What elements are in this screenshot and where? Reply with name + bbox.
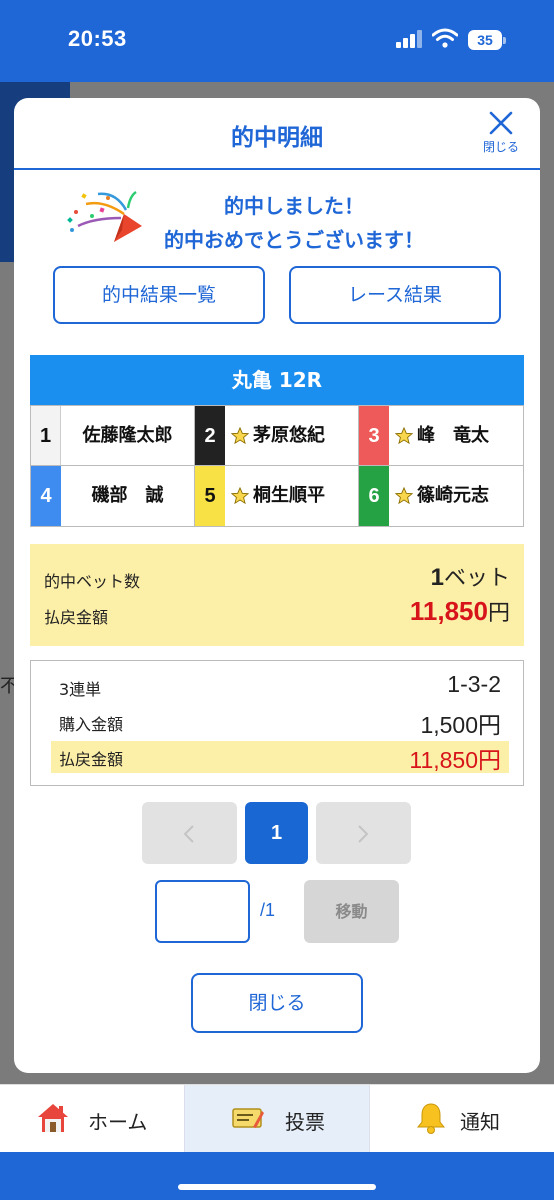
nav-vote[interactable]: 投票 [184,1085,370,1153]
chevron-left-icon [183,825,194,843]
go-to-page-button[interactable]: 移動 [304,880,399,943]
hit-bets-label: 的中ベット数 [44,572,141,591]
racer-name: 茅原悠紀 [253,425,325,446]
nav-home-label: ホーム [88,1110,148,1134]
nav-home[interactable]: ホーム [0,1085,184,1153]
status-bar: 20:53 35 [0,0,554,82]
page-total: /1 [260,900,276,920]
hit-detail-modal: 的中明細 閉じる 的中しました！ 的中おめでとうございます！ 的中結果一覧 レー… [14,98,540,1073]
star-icon [395,487,413,505]
cellular-signal-icon [396,30,422,48]
battery-level: 35 [468,30,502,50]
racer-number: 4 [31,466,61,526]
detail-payout-value: 11,850円 [409,747,501,773]
racer-2: 2 茅原悠紀 [195,406,359,466]
payout-label: 払戻金額 [44,608,109,627]
wifi-icon [432,28,458,48]
racer-4: 4 磯部 誠 [31,466,195,526]
payout-unit: 円 [487,600,510,625]
race-result-button[interactable]: レース結果 [289,266,501,324]
chevron-right-icon [358,825,369,843]
purchase-label: 購入金額 [59,715,124,734]
hit-bets-value: 1ベット [431,560,510,592]
hit-results-list-button[interactable]: 的中結果一覧 [53,266,265,324]
nav-notifications-label: 通知 [460,1110,500,1134]
purchase-value: 1,500円 [420,712,501,738]
racer-6: 6 篠崎元志 [359,466,523,526]
payout-amount: 11,850 [409,596,488,626]
home-indicator[interactable] [178,1184,376,1190]
bet-type-row: 3連単 1-3-2 [51,671,509,703]
racer-number: 5 [195,466,225,526]
racer-name: 桐生順平 [253,485,325,506]
star-icon [395,427,413,445]
previous-page-button[interactable] [142,802,237,864]
modal-title: 的中明細 [231,125,323,151]
racer-name: 佐藤隆太郎 [82,425,173,446]
nav-vote-label: 投票 [285,1110,325,1134]
nav-notifications[interactable]: 通知 [370,1085,554,1153]
bet-combination: 1-3-2 [447,671,501,697]
racer-grid: 1 佐藤隆太郎 2 茅原悠紀 3 峰 竜太 4 磯部 誠 5 桐生順平 6 篠崎… [30,405,524,527]
page-number-input[interactable] [155,880,250,943]
status-time: 20:53 [68,26,127,51]
bet-detail: 3連単 1-3-2 購入金額 1,500円 払戻金額 11,850円 [30,660,524,786]
battery-icon: 35 [468,30,506,50]
current-page-button[interactable]: 1 [245,802,308,864]
congrats-line-1: 的中しました！ [224,194,364,218]
racer-name: 磯部 誠 [91,485,164,506]
bottom-navigation: ホーム 投票 通知 [0,1084,554,1153]
race-title: 丸亀 12R [30,355,524,405]
congrats-line-2: 的中おめでとうございます！ [164,228,424,252]
close-button[interactable]: 閉じる [191,973,363,1033]
star-icon [231,487,249,505]
modal-close-button[interactable]: 閉じる [476,108,526,164]
home-icon [38,1104,68,1132]
racer-number: 6 [359,466,389,526]
detail-payout-label: 払戻金額 [59,750,124,769]
bet-type: 3連単 [59,680,102,699]
bell-icon [416,1103,446,1134]
detail-payout-row: 払戻金額 11,850円 [51,741,509,773]
racer-5: 5 桐生順平 [195,466,359,526]
close-icon [489,111,513,135]
racer-name: 峰 竜太 [417,425,489,446]
next-page-button[interactable] [316,802,411,864]
racer-1: 1 佐藤隆太郎 [31,406,195,466]
congrats-message: 的中しました！ 的中おめでとうございます！ [14,186,540,256]
betting-ticket-icon [232,1108,264,1128]
star-icon [231,427,249,445]
hit-summary: 的中ベット数 1ベット 払戻金額 11,850円 [30,544,524,646]
racer-3: 3 峰 竜太 [359,406,523,466]
hit-bets-unit: ベット [443,565,510,590]
racer-name: 篠崎元志 [417,485,489,506]
purchase-row: 購入金額 1,500円 [51,706,509,738]
racer-number: 2 [195,406,225,465]
party-popper-icon [67,190,142,242]
racer-number: 1 [31,406,61,465]
modal-header: 的中明細 閉じる [14,98,540,170]
home-indicator-area [0,1152,554,1200]
payout-total: 11,850円 [410,595,510,627]
racer-number: 3 [359,406,389,465]
hit-bets-count: 1 [430,564,444,591]
close-icon-label: 閉じる [482,140,519,154]
